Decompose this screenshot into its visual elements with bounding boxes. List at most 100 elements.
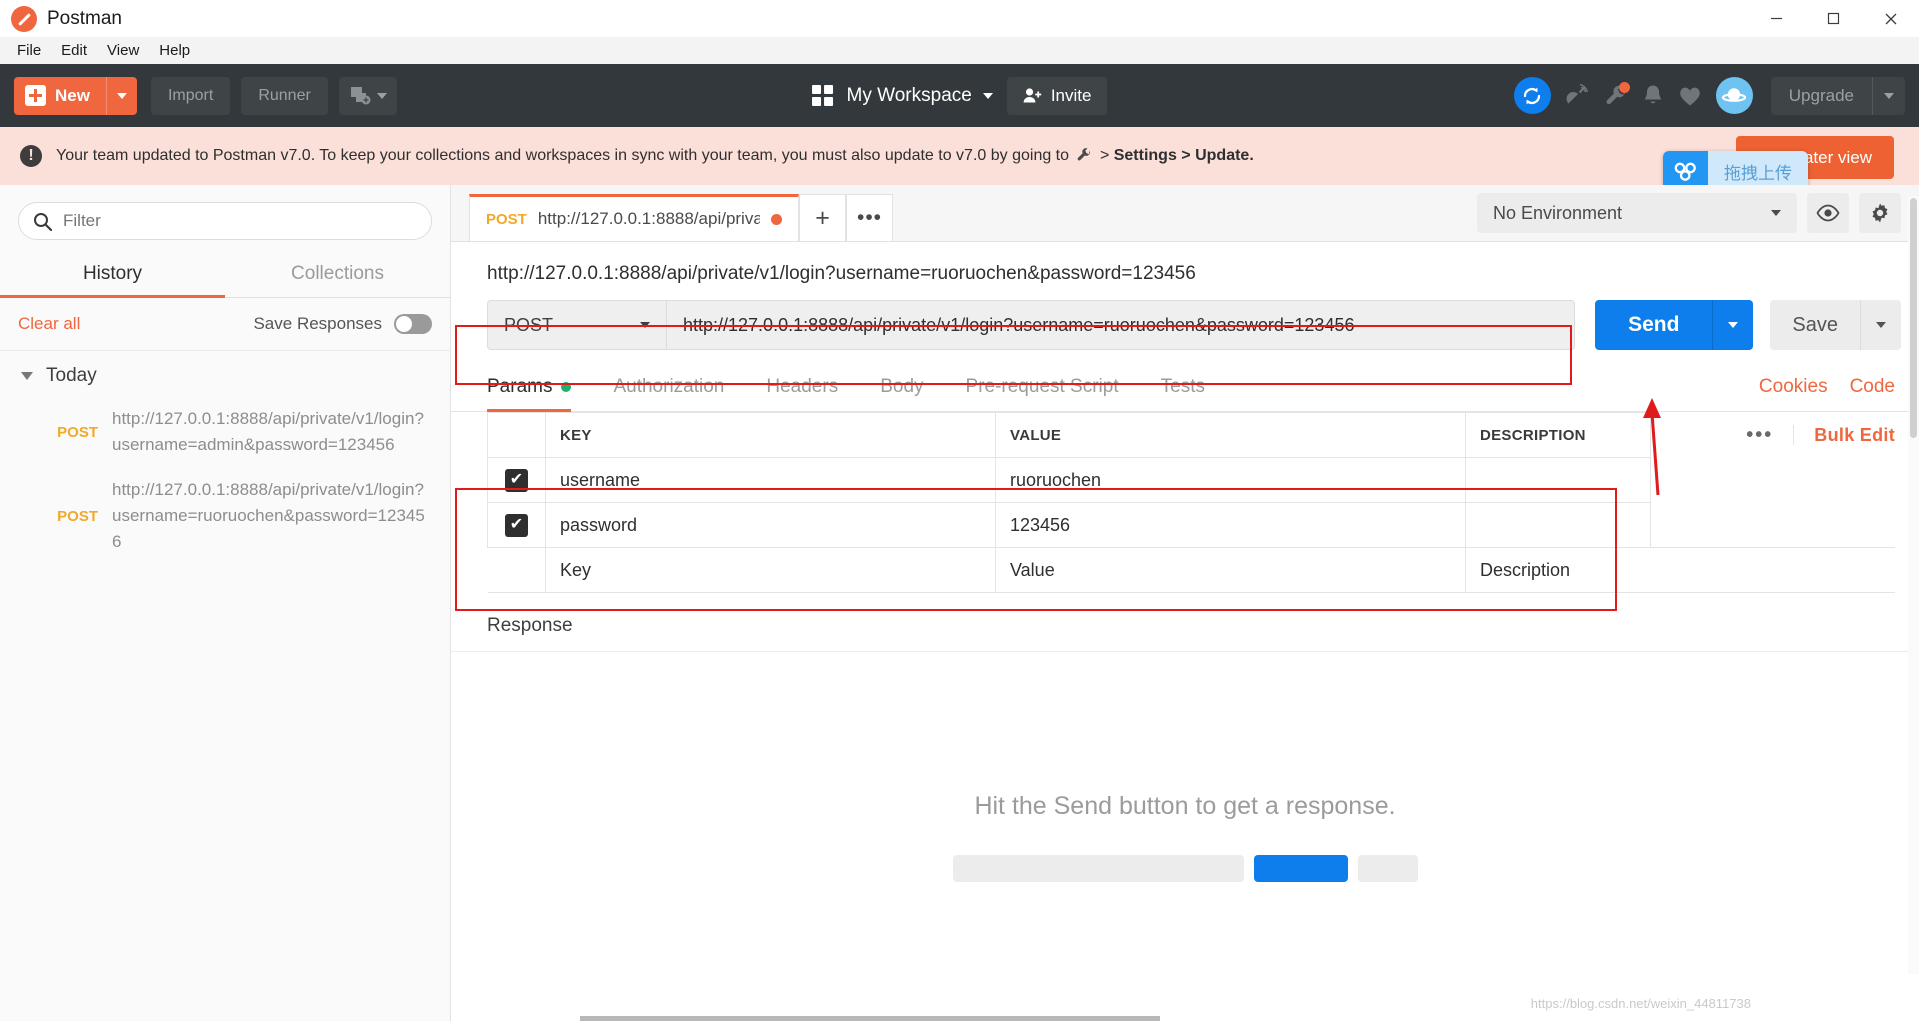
row-key[interactable]: password xyxy=(545,502,996,548)
request-tab-active[interactable]: POST http://127.0.0.1:8888/api/privat xyxy=(469,194,799,241)
sync-icon[interactable] xyxy=(1513,77,1551,114)
params-table-container: KEY VALUE DESCRIPTION ••• Bulk Edit ✔ us… xyxy=(451,412,1919,593)
environment-quick-look-button[interactable] xyxy=(1807,193,1849,233)
sidebar-tab-history[interactable]: History xyxy=(0,252,225,298)
history-group-header[interactable]: Today xyxy=(0,365,450,397)
menu-edit[interactable]: Edit xyxy=(52,40,96,61)
new-dropdown-button[interactable] xyxy=(107,77,137,115)
history-item[interactable]: POST http://127.0.0.1:8888/api/private/v… xyxy=(0,468,450,565)
tab-authorization[interactable]: Authorization xyxy=(592,376,745,411)
tab-tests[interactable]: Tests xyxy=(1140,376,1226,411)
environment-settings-button[interactable] xyxy=(1859,193,1901,233)
tab-body[interactable]: Body xyxy=(859,376,944,411)
wrench-icon[interactable] xyxy=(1604,81,1630,108)
send-button[interactable]: Send xyxy=(1595,300,1714,350)
tab-pre-request-script[interactable]: Pre-request Script xyxy=(945,376,1140,411)
placeholder-bar xyxy=(952,854,1244,882)
bell-icon[interactable] xyxy=(1642,84,1664,108)
save-request-button[interactable]: Save xyxy=(1770,300,1861,350)
response-placeholder-graphic xyxy=(952,854,1418,882)
filter-box[interactable] xyxy=(18,202,432,240)
heart-icon[interactable] xyxy=(1678,85,1702,107)
row-description[interactable] xyxy=(1465,502,1651,548)
environment-selector[interactable]: No Environment xyxy=(1477,193,1797,233)
header-checkbox-cell xyxy=(487,412,546,458)
vertical-scrollbar-thumb xyxy=(1910,198,1917,438)
code-link[interactable]: Code xyxy=(1850,376,1895,411)
vertical-scrollbar[interactable] xyxy=(1908,196,1919,974)
table-placeholder-row[interactable]: Key Value Description xyxy=(487,547,1895,593)
clear-all-button[interactable]: Clear all xyxy=(18,314,80,334)
planet-avatar-icon[interactable] xyxy=(1715,77,1753,114)
postman-logo-icon xyxy=(11,5,37,32)
history-item-url: http://127.0.0.1:8888/api/private/v1/log… xyxy=(112,409,424,455)
minimize-button[interactable] xyxy=(1748,0,1805,37)
row-value[interactable]: 123456 xyxy=(995,502,1466,548)
row-checkbox[interactable]: ✔ xyxy=(505,513,528,537)
chevron-down-icon xyxy=(1884,92,1894,99)
response-header: Response xyxy=(451,593,1919,652)
placeholder-key[interactable]: Key xyxy=(545,547,996,593)
history-item[interactable]: POST http://127.0.0.1:8888/api/private/v… xyxy=(0,397,450,468)
runner-button[interactable]: Runner xyxy=(241,76,328,115)
chevron-down-icon xyxy=(1728,322,1739,328)
chevron-down-icon xyxy=(1876,322,1886,328)
history-group: Today POST http://127.0.0.1:8888/api/pri… xyxy=(0,351,450,565)
banner-text: Your team updated to Postman v7.0. To ke… xyxy=(56,147,1254,165)
placeholder-value[interactable]: Value xyxy=(995,547,1466,593)
tab-headers[interactable]: Headers xyxy=(745,376,859,411)
upgrade-button[interactable]: Upgrade xyxy=(1771,76,1873,115)
tab-params[interactable]: Params xyxy=(487,376,592,412)
row-value[interactable]: ruoruochen xyxy=(995,457,1466,503)
send-dropdown-button[interactable] xyxy=(1713,300,1754,350)
save-responses-toggle[interactable] xyxy=(394,314,432,334)
url-input[interactable] xyxy=(667,300,1576,350)
sidebar-tab-collections[interactable]: Collections xyxy=(225,252,450,297)
satellite-icon[interactable] xyxy=(1565,83,1590,108)
info-icon: ! xyxy=(20,145,42,167)
row-key[interactable]: username xyxy=(545,457,996,503)
upgrade-dropdown-button[interactable] xyxy=(1873,77,1905,115)
menu-view[interactable]: View xyxy=(98,40,148,61)
menu-help[interactable]: Help xyxy=(150,40,199,61)
tab-params-label: Params xyxy=(487,376,553,397)
menu-file[interactable]: File xyxy=(8,40,50,61)
horizontal-scrollbar[interactable] xyxy=(0,1016,1919,1021)
placeholder-checkbox-cell xyxy=(487,547,546,593)
new-window-button[interactable] xyxy=(338,76,397,115)
environment-selected-label: No Environment xyxy=(1493,202,1623,223)
header-description: DESCRIPTION xyxy=(1465,412,1651,458)
table-row[interactable]: ✔ password 123456 xyxy=(487,502,1896,548)
row-checkbox[interactable]: ✔ xyxy=(505,468,528,492)
http-method-selector[interactable]: POST xyxy=(487,300,667,350)
save-dropdown-button[interactable] xyxy=(1861,300,1901,350)
close-button[interactable] xyxy=(1862,0,1919,37)
add-tab-button[interactable]: + xyxy=(799,194,846,241)
row-checkbox-cell: ✔ xyxy=(487,457,546,503)
import-button[interactable]: Import xyxy=(150,76,231,115)
placeholder-description[interactable]: Description xyxy=(1465,547,1895,593)
chevron-down-icon xyxy=(21,372,33,380)
watermark: https://blog.csdn.net/weixin_44811738 xyxy=(1530,996,1751,1011)
request-pane: POST http://127.0.0.1:8888/api/privat + … xyxy=(451,185,1919,1021)
params-present-dot-icon xyxy=(561,382,572,392)
row-description[interactable] xyxy=(1465,457,1651,503)
filter-input[interactable] xyxy=(63,211,417,231)
maximize-button[interactable] xyxy=(1805,0,1862,37)
invite-button[interactable]: Invite xyxy=(1006,76,1108,115)
banner-settings-link[interactable]: Settings > Update. xyxy=(1114,147,1254,164)
placeholder-bar-highlight xyxy=(1253,854,1348,882)
chevron-down-icon xyxy=(982,92,993,99)
new-button[interactable]: New xyxy=(14,76,107,115)
history-item-method: POST xyxy=(57,507,98,525)
workspace-selector[interactable]: My Workspace xyxy=(847,85,993,107)
request-tab-bar: POST http://127.0.0.1:8888/api/privat + … xyxy=(451,185,1919,242)
wrench-icon xyxy=(1078,148,1091,161)
more-options-icon[interactable]: ••• xyxy=(1726,425,1795,445)
tab-options-button[interactable]: ••• xyxy=(846,194,893,241)
cookies-link[interactable]: Cookies xyxy=(1759,376,1828,411)
bulk-edit-button[interactable]: Bulk Edit xyxy=(1794,425,1895,446)
url-bar-row: POST Send Save xyxy=(451,300,1919,350)
window-controls xyxy=(1748,0,1919,37)
filter-container xyxy=(0,185,450,252)
